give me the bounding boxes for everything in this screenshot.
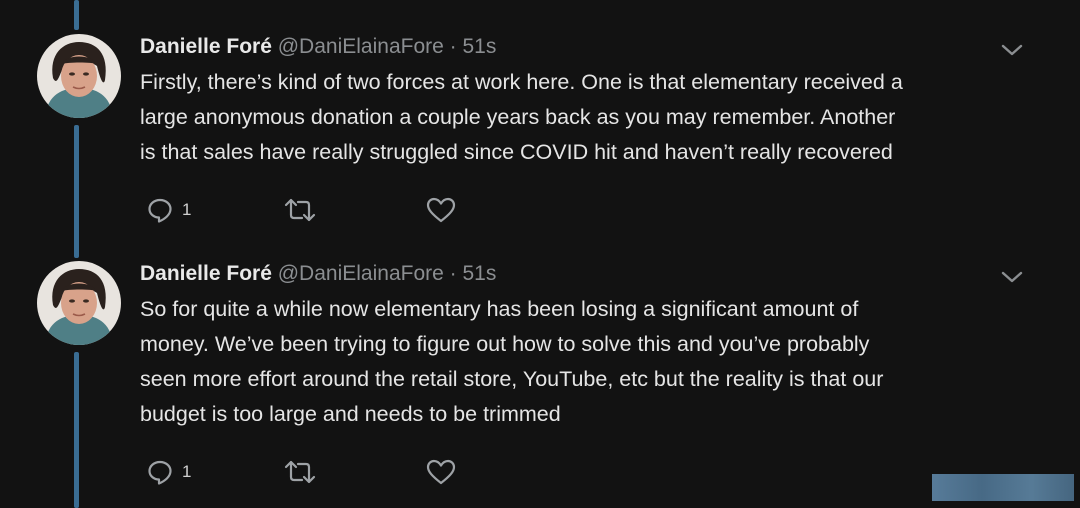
tweet-text: So for quite a while now elementary has … (140, 292, 1040, 432)
thread-line-middle (74, 125, 79, 258)
avatar-image (37, 34, 121, 118)
reply-icon (148, 460, 172, 485)
like-button[interactable] (426, 195, 464, 225)
separator-dot: · (449, 262, 457, 285)
tweet-text-line: large anonymous donation a couple years … (140, 105, 896, 129)
tweet-text-line: is that sales have really struggled sinc… (140, 140, 893, 164)
author-name[interactable]: Danielle Foré (140, 35, 272, 58)
tweet-header: Danielle Foré @DaniElainaFore · 51s (140, 261, 496, 287)
thread-line-bottom (74, 352, 79, 508)
like-icon (426, 197, 456, 223)
tweet-text-line: budget is too large and needs to be trim… (140, 402, 561, 426)
avatar[interactable] (37, 261, 121, 345)
tweet-text: Firstly, there’s kind of two forces at w… (140, 65, 1040, 170)
retweet-button[interactable] (284, 195, 324, 225)
like-icon (426, 459, 456, 485)
like-button[interactable] (426, 457, 464, 487)
tweet-text-line: So for quite a while now elementary has … (140, 297, 859, 321)
reply-button[interactable]: 1 (146, 195, 191, 225)
avatar-image (37, 261, 121, 345)
separator-dot: · (449, 35, 457, 58)
thread-line-top (74, 0, 79, 30)
author-handle[interactable]: @DaniElainaFore (278, 35, 444, 58)
chevron-down-icon[interactable] (1000, 42, 1024, 58)
tweet-text-line: seen more effort around the retail store… (140, 367, 884, 391)
reply-count: 1 (182, 462, 192, 481)
retweet-icon (284, 198, 316, 222)
retweet-button[interactable] (284, 457, 324, 487)
author-name[interactable]: Danielle Foré (140, 262, 272, 285)
reply-button[interactable]: 1 (146, 457, 191, 487)
chevron-down-icon[interactable] (1000, 269, 1024, 285)
tweet-text-line: Firstly, there’s kind of two forces at w… (140, 70, 903, 94)
timestamp[interactable]: 51s (462, 35, 496, 58)
watermark (932, 474, 1074, 501)
author-handle[interactable]: @DaniElainaFore (278, 262, 444, 285)
reply-icon (148, 198, 172, 223)
tweet-text-line: money. We’ve been trying to figure out h… (140, 332, 870, 356)
avatar[interactable] (37, 34, 121, 118)
tweet-header: Danielle Foré @DaniElainaFore · 51s (140, 34, 496, 60)
timestamp[interactable]: 51s (462, 262, 496, 285)
retweet-icon (284, 460, 316, 484)
reply-count: 1 (182, 200, 192, 219)
